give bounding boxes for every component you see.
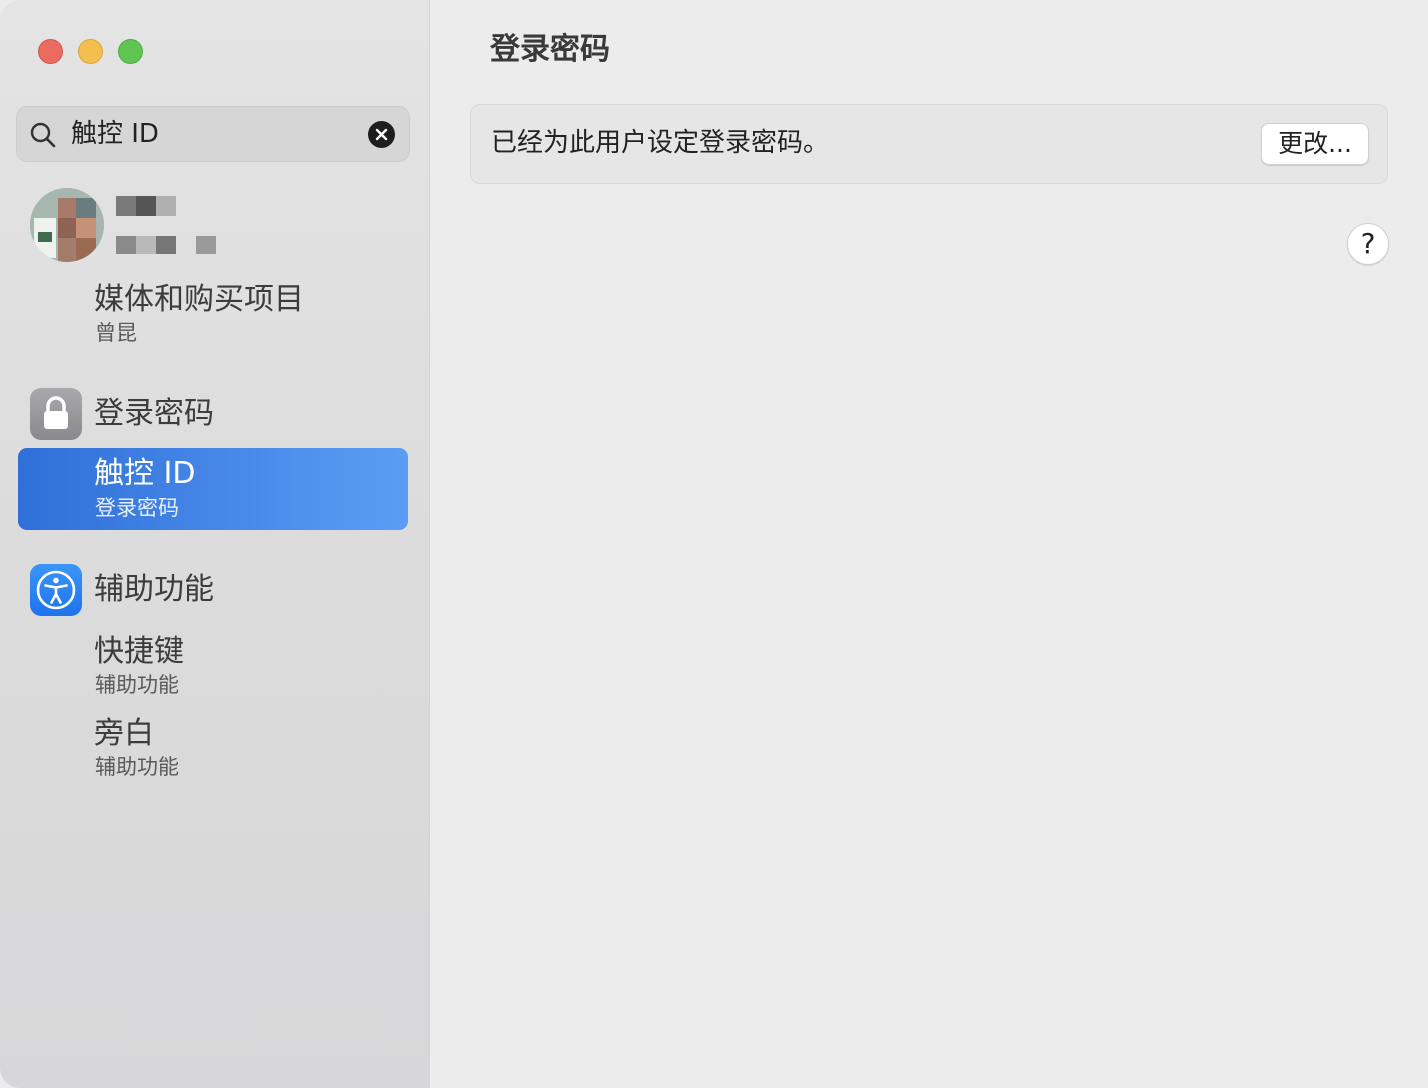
password-panel: 已经为此用户设定登录密码。 更改... <box>470 104 1388 184</box>
result-title: 快捷键 <box>94 634 184 669</box>
result-touch-id-selected[interactable]: 触控 ID 登录密码 <box>18 448 408 530</box>
section-title: 辅助功能 <box>94 572 214 607</box>
accessibility-icon <box>30 564 82 616</box>
avatar <box>30 188 104 262</box>
page-title: 登录密码 <box>490 32 610 67</box>
search-input[interactable]: 触控 ID <box>71 119 159 149</box>
result-subtitle: 登录密码 <box>95 496 179 520</box>
result-title: 媒体和购买项目 <box>94 282 304 317</box>
close-button[interactable] <box>38 39 63 64</box>
result-subtitle: 辅助功能 <box>95 755 179 779</box>
settings-window: 触控 ID 媒体和购买项目 曾昆 登录密码 触控 ID 登录密码 辅助功能 快捷… <box>0 0 1428 1088</box>
apple-id-account[interactable] <box>30 186 410 266</box>
result-subtitle: 辅助功能 <box>95 673 179 697</box>
result-subtitle: 曾昆 <box>95 321 137 345</box>
account-name-redacted <box>116 196 136 216</box>
zoom-button[interactable] <box>118 39 143 64</box>
change-password-button[interactable]: 更改... <box>1261 123 1369 165</box>
lock-icon <box>30 388 82 440</box>
result-title: 触控 ID <box>94 456 196 491</box>
account-subtitle-redacted <box>116 236 136 254</box>
clear-search-icon[interactable] <box>368 121 395 148</box>
section-title: 登录密码 <box>94 396 214 431</box>
minimize-button[interactable] <box>78 39 103 64</box>
search-field[interactable]: 触控 ID <box>16 106 410 162</box>
result-title: 旁白 <box>94 716 154 751</box>
password-status-text: 已经为此用户设定登录密码。 <box>491 128 830 158</box>
help-button[interactable]: ? <box>1347 223 1389 265</box>
sidebar: 触控 ID 媒体和购买项目 曾昆 登录密码 触控 ID 登录密码 辅助功能 快捷… <box>0 0 430 1088</box>
search-icon <box>29 121 57 149</box>
